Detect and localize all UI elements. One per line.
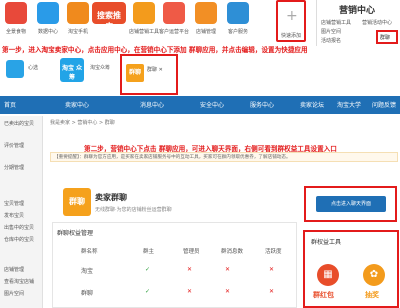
app-icon-2[interactable]: [37, 2, 59, 24]
nav-security-center[interactable]: 安全中心: [200, 100, 224, 109]
app-label-2: 数据中心: [37, 29, 58, 35]
nav-seller-center[interactable]: 卖家中心: [65, 100, 89, 109]
app-label-5: 店铺营销工具: [129, 29, 160, 35]
col-header: 群主: [143, 249, 155, 255]
sidebar-item[interactable]: 评价管理: [4, 142, 24, 149]
marketing-link-3[interactable]: 图片空间: [321, 28, 341, 35]
sidebar-item[interactable]: 已卖出的宝贝: [4, 120, 34, 127]
enter-chat-box: 点击进入聊天界面: [304, 186, 397, 222]
table-title: 群聊权益管理: [57, 230, 94, 237]
card-title: 卖家群聊: [95, 193, 127, 202]
col-header: 群名称: [81, 249, 98, 255]
row-name: 群聊: [81, 290, 94, 297]
group-chat-shortcut-label: 群聊: [380, 35, 391, 41]
check-icon: ✓: [145, 266, 151, 273]
red-packet-tool[interactable]: ▦: [317, 264, 339, 286]
nav-service-center[interactable]: 服务中心: [250, 100, 274, 109]
group-chat-app-icon: 群聊: [126, 64, 144, 82]
enter-chat-button[interactable]: 点击进入聊天界面: [316, 196, 386, 212]
app-icon-6[interactable]: [163, 2, 185, 24]
nav-home[interactable]: 首页: [4, 100, 16, 109]
plus-icon: +: [286, 8, 298, 24]
app-label-8: 客户服务: [227, 29, 248, 35]
col-header: 活跃度: [265, 249, 282, 255]
card-desc: 无线群聊·为您的店铺粉丝运营群聊: [95, 207, 172, 213]
marketing-link-1[interactable]: 店铺营销工具: [321, 19, 351, 26]
app-icon-8[interactable]: [227, 2, 249, 24]
group-chat-app-icon-text: 群聊: [128, 69, 141, 76]
lottery-label: 抽奖: [365, 291, 379, 299]
sidebar-item[interactable]: 分期管理: [4, 164, 24, 171]
app-icon-7[interactable]: [195, 2, 217, 24]
app-icon-5[interactable]: [133, 2, 155, 24]
group-chat-card-icon: 群聊: [63, 188, 91, 216]
breadcrumb: 我是卖家 > 营销中心 > 群聊: [50, 120, 115, 126]
lottery-icon: ✿: [369, 269, 379, 280]
sidebar-item[interactable]: 查看淘宝店铺: [4, 278, 34, 285]
marketing-link-2[interactable]: 营销活动中心: [362, 19, 392, 26]
app-label-3: 淘宝手机: [67, 29, 88, 35]
cross-icon: ✕: [187, 288, 193, 295]
lottery-tool[interactable]: ✿: [363, 264, 385, 286]
group-chat-app-box[interactable]: 群聊 群聊 ✕: [120, 54, 178, 95]
app-heart[interactable]: [6, 60, 24, 78]
app-icon-3[interactable]: [67, 2, 89, 24]
app-label-6: 客户运营平台: [159, 29, 190, 35]
enter-chat-label: 点击进入聊天界面: [330, 201, 371, 207]
nav-message-center[interactable]: 消息中心: [140, 100, 164, 109]
red-packet-icon: ▦: [323, 269, 333, 280]
sidebar-item[interactable]: 图片空间: [4, 290, 24, 297]
app-label-1: 全景食物: [5, 29, 26, 35]
app-icon-1[interactable]: [5, 2, 27, 24]
step1-instruction: 第一步，进入淘宝卖家中心，点击应用中心，在营销中心下添加 群聊应用，并点击编辑，…: [2, 46, 308, 54]
app-label-4: 搜索推广: [97, 11, 121, 31]
group-chat-app-label: 群聊 ✕: [147, 67, 163, 73]
sidebar: 已卖出的宝贝 评价管理 分期管理 宝贝管理 发布宝贝 出售中的宝贝 仓库中的宝贝…: [0, 116, 43, 308]
crowdfunding-icon-text: 淘宝 众筹: [61, 65, 83, 81]
table-row: 淘宝 ✓ ✕ ✕ ✕: [53, 261, 296, 283]
col-header: 群消息数: [221, 249, 244, 255]
notice-bar: 【重要提醒】：群聊为官方应用，是买家在卖家店铺服务号中的互动工具，买家可在群内领…: [50, 152, 398, 162]
add-app-label: 快速添加: [280, 33, 301, 39]
nav-seller-forum[interactable]: 卖家论坛: [300, 100, 324, 109]
sidebar-item[interactable]: 出售中的宝贝: [4, 224, 34, 231]
red-packet-label: 群红包: [313, 291, 334, 299]
col-header: 管理员: [183, 249, 200, 255]
top-nav: 首页 卖家中心 消息中心 安全中心 服务中心 卖家论坛 淘宝大学 问题反馈: [0, 96, 400, 114]
sidebar-item[interactable]: 发布宝贝: [4, 212, 24, 219]
marketing-link-4[interactable]: 活动报名: [321, 37, 341, 44]
cross-icon: ✕: [225, 266, 231, 273]
nav-feedback[interactable]: 问题反馈: [372, 100, 396, 109]
sidebar-item[interactable]: 仓库中的宝贝: [4, 236, 34, 243]
notice-text: 【重要提醒】：群聊为官方应用，是买家在卖家店铺服务号中的互动工具，买家可在群内领…: [54, 155, 291, 160]
row-name: 淘宝: [81, 268, 94, 275]
cross-icon: ✕: [269, 266, 275, 273]
sidebar-item[interactable]: 宝贝管理: [4, 200, 24, 207]
rights-tools-panel: 群权益工具 ▦ 群红包 ✿ 抽奖: [303, 230, 399, 308]
group-rights-table: 群聊权益管理 群名称 群主 管理员 群消息数 活跃度 淘宝 ✓ ✕ ✕ ✕ 群聊…: [52, 222, 297, 308]
app-label-7: 店铺管理: [195, 29, 216, 35]
check-icon: ✓: [145, 288, 151, 295]
sidebar-item[interactable]: 店铺管理: [4, 266, 24, 273]
app-crowdfunding[interactable]: 淘宝 众筹: [60, 58, 84, 82]
cross-icon: ✕: [269, 288, 275, 295]
group-chat-shortcut[interactable]: 群聊: [376, 30, 398, 44]
tools-title: 群权益工具: [311, 239, 342, 246]
marketing-title: 营销中心: [339, 6, 376, 16]
table-row: 群聊 ✓ ✕ ✕ ✕: [53, 283, 296, 305]
card-icon-text: 群聊: [69, 197, 85, 206]
nav-taobao-university[interactable]: 淘宝大学: [337, 100, 361, 109]
cross-icon: ✕: [187, 266, 193, 273]
app-heart-label: 心选: [28, 65, 39, 71]
cross-icon: ✕: [225, 288, 231, 295]
app-crowdfunding-label: 淘宝众筹: [90, 65, 111, 71]
